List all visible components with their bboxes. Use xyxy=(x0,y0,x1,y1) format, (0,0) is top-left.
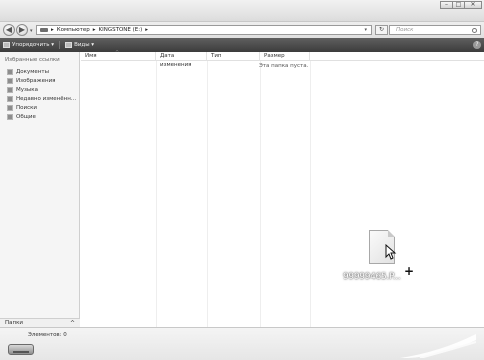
organize-button[interactable]: Упорядочить ▾ xyxy=(3,42,54,48)
sidebar-item-recent[interactable]: Недавно изменённ... xyxy=(7,94,76,103)
column-header-date[interactable]: Дата изменения xyxy=(156,52,207,68)
column-header-name[interactable]: Имя ^ xyxy=(81,50,156,61)
column-header-type[interactable]: Тип xyxy=(207,52,260,61)
views-button[interactable]: Виды ▾ xyxy=(65,42,94,48)
forward-button[interactable]: ▶ xyxy=(16,24,28,36)
sidebar-item-label: Поиски xyxy=(16,104,37,111)
column-divider xyxy=(260,61,261,327)
navigation-bar: ◀ ▶ ▾ ▸ Компьютер ▸ KINGSTONE (E:) ▸ ▾ ↻… xyxy=(0,22,484,38)
removable-drive-icon xyxy=(8,344,34,355)
dragged-file-name: 99999465.P... xyxy=(343,272,401,282)
music-icon xyxy=(7,86,13,93)
drive-slot xyxy=(13,351,29,353)
title-bar: – □ ✕ xyxy=(0,0,484,22)
organize-label: Упорядочить ▾ xyxy=(12,42,55,48)
column-header-size[interactable]: Размер xyxy=(260,52,310,61)
sidebar-item-documents[interactable]: Документы xyxy=(7,67,76,76)
back-button[interactable]: ◀ xyxy=(3,24,15,36)
close-button[interactable]: ✕ xyxy=(464,1,482,9)
breadcrumb-separator: ▸ xyxy=(51,27,54,33)
help-icon[interactable]: ? xyxy=(473,41,481,49)
folders-toggle[interactable]: Папки ^ xyxy=(0,318,80,327)
column-headers: Имя ^ Дата изменения Тип Размер xyxy=(81,50,484,68)
drive-icon xyxy=(40,28,48,32)
column-divider xyxy=(156,61,157,327)
breadcrumb-computer[interactable]: Компьютер xyxy=(57,27,90,33)
favorites-header: Избранные ссылки xyxy=(5,57,60,63)
search-box[interactable]: Поиск xyxy=(389,25,481,35)
chevron-up-icon: ^ xyxy=(69,319,75,327)
mouse-cursor-icon xyxy=(385,244,397,260)
public-icon xyxy=(7,113,13,120)
recent-icon xyxy=(7,95,13,102)
search-icon[interactable] xyxy=(472,28,477,33)
sidebar-item-public[interactable]: Общие xyxy=(7,112,76,121)
column-label: Тип xyxy=(211,53,222,59)
address-bar[interactable]: ▸ Компьютер ▸ KINGSTONE (E:) ▸ ▾ xyxy=(36,25,372,35)
decorative-swoosh xyxy=(400,334,476,358)
column-label: Дата изменения xyxy=(160,53,192,68)
file-list[interactable]: Имя ^ Дата изменения Тип Размер Эта папк… xyxy=(81,50,484,327)
organize-icon xyxy=(3,42,10,48)
items-count: Элементов: 0 xyxy=(28,332,67,338)
searches-icon xyxy=(7,104,13,111)
folders-label: Папки xyxy=(5,320,23,326)
sidebar-item-searches[interactable]: Поиски xyxy=(7,103,76,112)
page-fold xyxy=(388,230,395,237)
sidebar-item-label: Общие xyxy=(16,113,36,120)
breadcrumb-separator[interactable]: ▸ xyxy=(145,27,148,33)
details-pane: Элементов: 0 xyxy=(0,327,484,360)
documents-icon xyxy=(7,68,13,75)
recent-pages-dropdown[interactable]: ▾ xyxy=(30,28,33,34)
breadcrumb-drive[interactable]: KINGSTONE (E:) xyxy=(99,27,143,33)
breadcrumb-separator[interactable]: ▸ xyxy=(93,27,96,33)
sidebar-item-pictures[interactable]: Изображения xyxy=(7,76,76,85)
views-icon xyxy=(65,42,73,48)
sidebar-item-label: Документы xyxy=(16,68,49,75)
column-label: Размер xyxy=(264,53,285,59)
navigation-pane: Избранные ссылки Документы Изображения М… xyxy=(0,52,80,327)
search-input[interactable]: Поиск xyxy=(396,27,413,33)
command-bar: Упорядочить ▾ Виды ▾ ? xyxy=(0,38,484,52)
pictures-icon xyxy=(7,77,13,84)
column-divider xyxy=(207,61,208,327)
refresh-button[interactable]: ↻ xyxy=(375,25,388,35)
address-dropdown-icon[interactable]: ▾ xyxy=(364,27,367,33)
column-label: Имя xyxy=(85,53,97,59)
window-controls: – □ ✕ xyxy=(440,1,482,9)
favorites-list: Документы Изображения Музыка Недавно изм… xyxy=(7,67,76,121)
copy-plus-icon: + xyxy=(404,264,415,278)
views-label: Виды ▾ xyxy=(74,42,95,48)
empty-folder-message: Эта папка пуста. xyxy=(259,63,309,69)
sort-arrow-icon: ^ xyxy=(115,50,120,56)
column-divider xyxy=(310,61,311,327)
sidebar-item-label: Недавно изменённ... xyxy=(16,95,77,102)
command-separator xyxy=(59,41,61,49)
sidebar-item-label: Музыка xyxy=(16,86,38,93)
sidebar-item-music[interactable]: Музыка xyxy=(7,85,76,94)
sidebar-item-label: Изображения xyxy=(16,77,56,84)
